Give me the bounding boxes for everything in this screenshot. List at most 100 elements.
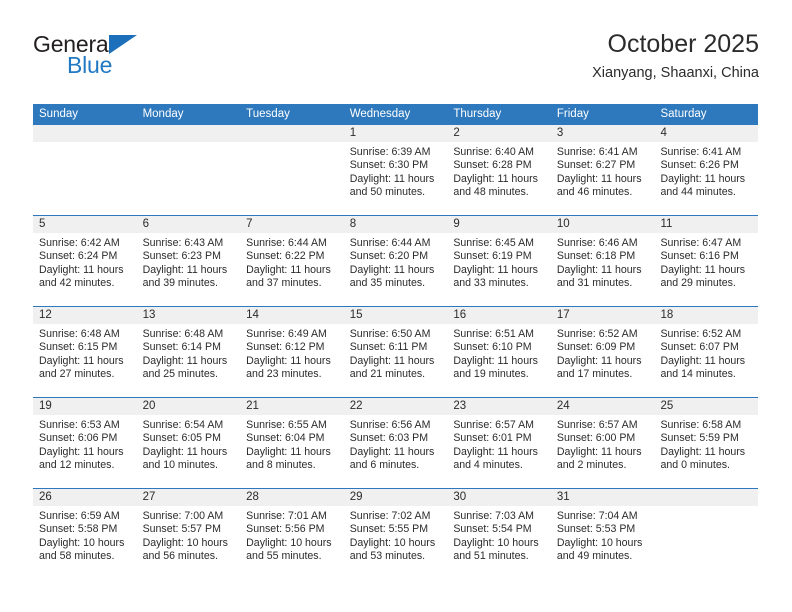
day-number[interactable]: 17 xyxy=(551,307,655,324)
day-cell[interactable]: Sunrise: 7:02 AM Sunset: 5:55 PM Daylight:… xyxy=(344,506,448,579)
day-cell[interactable]: Sunrise: 7:03 AM Sunset: 5:54 PM Daylight:… xyxy=(447,506,551,579)
day-number[interactable]: 18 xyxy=(654,307,758,324)
day-number[interactable]: 11 xyxy=(654,216,758,233)
page-subtitle: Xianyang, Shaanxi, China xyxy=(592,65,759,81)
sunrise-text: Sunrise: 6:47 AM xyxy=(660,237,742,249)
day-cell[interactable]: Sunrise: 7:04 AM Sunset: 5:53 PM Daylight:… xyxy=(551,506,655,579)
day-number[interactable]: 12 xyxy=(33,307,137,324)
day-cell[interactable]: Sunrise: 6:58 AM Sunset: 5:59 PM Daylight:… xyxy=(654,415,758,488)
sunset-text: Sunset: 6:14 PM xyxy=(142,341,221,354)
weekday-header-sunday: Sunday xyxy=(39,108,79,120)
day-number[interactable]: 20 xyxy=(137,398,241,415)
day-number[interactable]: 14 xyxy=(240,307,344,324)
day-number[interactable]: 22 xyxy=(344,398,448,415)
sunrise-text: Sunrise: 6:50 AM xyxy=(349,328,431,340)
title-block: October 2025 Xianyang, Shaanxi, China xyxy=(592,28,759,84)
day-cell[interactable]: Sunrise: 6:48 AM Sunset: 6:14 PM Daylight:… xyxy=(137,324,241,397)
day-number[interactable]: 7 xyxy=(240,216,344,233)
day-cell[interactable]: Sunrise: 6:39 AM Sunset: 6:30 PM Daylight:… xyxy=(344,142,448,215)
day-cell[interactable]: Sunrise: 7:00 AM Sunset: 5:57 PM Daylight:… xyxy=(137,506,241,579)
day-number[interactable]: 5 xyxy=(33,216,137,233)
day-cell[interactable]: Sunrise: 6:48 AM Sunset: 6:15 PM Daylight:… xyxy=(33,324,137,397)
sunset-text: Sunset: 6:11 PM xyxy=(349,341,428,354)
day-number[interactable]: 4 xyxy=(654,125,758,142)
daylight-text-cont: and 12 minutes. xyxy=(39,458,115,471)
calendar-week-row: 19 20 21 22 23 24 25 Sunrise: 6:53 AM Sunset: 6:… xyxy=(33,397,758,488)
day-number[interactable]: 6 xyxy=(137,216,241,233)
day-cell[interactable]: Sunrise: 6:47 AM Sunset: 6:16 PM Daylight:… xyxy=(654,233,758,306)
day-number[interactable]: 1 xyxy=(344,125,448,142)
sunset-text: Sunset: 6:06 PM xyxy=(39,432,118,445)
day-detail-strip: Sunrise: 6:39 AM Sunset: 6:30 PM Daylight:… xyxy=(33,142,758,215)
day-cell[interactable]: Sunrise: 6:44 AM Sunset: 6:22 PM Daylight:… xyxy=(240,233,344,306)
day-number[interactable]: 27 xyxy=(137,489,241,506)
day-cell[interactable]: Sunrise: 6:57 AM Sunset: 6:00 PM Daylight:… xyxy=(551,415,655,488)
daylight-text-cont: and 51 minutes. xyxy=(453,549,529,562)
day-cell[interactable]: Sunrise: 6:50 AM Sunset: 6:11 PM Daylight:… xyxy=(344,324,448,397)
day-number[interactable]: 23 xyxy=(447,398,551,415)
day-number[interactable]: 2 xyxy=(447,125,551,142)
day-number[interactable]: 24 xyxy=(551,398,655,415)
day-cell[interactable]: Sunrise: 6:53 AM Sunset: 6:06 PM Daylight:… xyxy=(33,415,137,488)
daylight-text: Daylight: 11 hours xyxy=(556,445,642,458)
daylight-text-cont: and 49 minutes. xyxy=(556,549,633,562)
day-number[interactable]: 25 xyxy=(654,398,758,415)
day-number[interactable]: 13 xyxy=(137,307,241,324)
sunset-text: Sunset: 6:04 PM xyxy=(246,432,325,445)
daylight-text-cont: and 53 minutes. xyxy=(349,549,426,562)
daylight-text-cont: and 6 minutes. xyxy=(349,458,420,471)
sunset-text: Sunset: 6:01 PM xyxy=(453,432,532,445)
day-number[interactable]: 8 xyxy=(344,216,448,233)
day-cell[interactable]: Sunrise: 6:41 AM Sunset: 6:26 PM Daylight:… xyxy=(654,142,758,215)
daylight-text-cont: and 2 minutes. xyxy=(556,458,627,471)
sunset-text: Sunset: 6:12 PM xyxy=(246,341,325,354)
sunrise-text: Sunrise: 6:52 AM xyxy=(556,328,638,340)
day-cell[interactable]: Sunrise: 7:01 AM Sunset: 5:56 PM Daylight:… xyxy=(240,506,344,579)
sunrise-text: Sunrise: 7:03 AM xyxy=(453,510,534,522)
day-number[interactable]: 3 xyxy=(551,125,655,142)
day-number[interactable]: 26 xyxy=(33,489,137,506)
day-number[interactable]: 31 xyxy=(551,489,655,506)
day-cell[interactable]: Sunrise: 6:52 AM Sunset: 6:09 PM Daylight:… xyxy=(551,324,655,397)
day-number[interactable]: 10 xyxy=(551,216,655,233)
day-cell[interactable]: Sunrise: 6:54 AM Sunset: 6:05 PM Daylight:… xyxy=(137,415,241,488)
day-cell[interactable]: Sunrise: 6:44 AM Sunset: 6:20 PM Daylight:… xyxy=(344,233,448,306)
day-cell[interactable]: Sunrise: 6:42 AM Sunset: 6:24 PM Daylight:… xyxy=(33,233,137,306)
daylight-text: Daylight: 11 hours xyxy=(246,263,331,276)
sunrise-text: Sunrise: 6:57 AM xyxy=(453,419,534,431)
day-cell[interactable]: Sunrise: 6:56 AM Sunset: 6:03 PM Daylight:… xyxy=(344,415,448,488)
day-cell[interactable]: Sunrise: 6:46 AM Sunset: 6:18 PM Daylight:… xyxy=(551,233,655,306)
sunrise-text: Sunrise: 6:44 AM xyxy=(349,237,431,249)
day-cell[interactable]: Sunrise: 6:43 AM Sunset: 6:23 PM Daylight:… xyxy=(137,233,241,306)
day-number[interactable]: 16 xyxy=(447,307,551,324)
day-cell[interactable]: Sunrise: 6:49 AM Sunset: 6:12 PM Daylight:… xyxy=(240,324,344,397)
day-number[interactable]: 15 xyxy=(344,307,448,324)
day-number[interactable]: 19 xyxy=(33,398,137,415)
day-number-empty xyxy=(33,125,137,142)
day-cell[interactable]: Sunrise: 6:52 AM Sunset: 6:07 PM Daylight:… xyxy=(654,324,758,397)
day-number[interactable]: 21 xyxy=(240,398,344,415)
day-number[interactable]: 30 xyxy=(447,489,551,506)
day-cell[interactable]: Sunrise: 6:51 AM Sunset: 6:10 PM Daylight:… xyxy=(447,324,551,397)
daylight-text-cont: and 46 minutes. xyxy=(556,185,633,198)
day-number[interactable]: 9 xyxy=(447,216,551,233)
day-cell[interactable]: Sunrise: 6:55 AM Sunset: 6:04 PM Daylight:… xyxy=(240,415,344,488)
day-number[interactable]: 28 xyxy=(240,489,344,506)
day-cell[interactable]: Sunrise: 6:45 AM Sunset: 6:19 PM Daylight:… xyxy=(447,233,551,306)
sunrise-text: Sunrise: 7:00 AM xyxy=(142,510,224,522)
daylight-text-cont: and 8 minutes. xyxy=(246,458,316,471)
daylight-text: Daylight: 11 hours xyxy=(349,354,435,367)
day-cell[interactable]: Sunrise: 6:57 AM Sunset: 6:01 PM Daylight:… xyxy=(447,415,551,488)
day-detail-strip: Sunrise: 6:59 AM Sunset: 5:58 PM Daylight:… xyxy=(33,506,758,579)
day-cell[interactable]: Sunrise: 6:40 AM Sunset: 6:28 PM Daylight:… xyxy=(447,142,551,215)
sunset-text: Sunset: 6:16 PM xyxy=(660,250,739,263)
weekday-header-monday: Monday xyxy=(142,108,184,120)
sunset-text: Sunset: 6:20 PM xyxy=(349,250,429,263)
generalblue-logo[interactable]: General Blue xyxy=(33,32,233,84)
day-cell[interactable]: Sunrise: 6:59 AM Sunset: 5:58 PM Daylight:… xyxy=(33,506,137,579)
sunset-text: Sunset: 5:54 PM xyxy=(453,523,532,536)
day-cell[interactable]: Sunrise: 6:41 AM Sunset: 6:27 PM Daylight:… xyxy=(551,142,655,215)
day-number-strip: 5 6 7 8 9 10 11 xyxy=(33,216,758,233)
day-number[interactable]: 29 xyxy=(344,489,448,506)
sunrise-text: Sunrise: 6:42 AM xyxy=(39,237,120,249)
